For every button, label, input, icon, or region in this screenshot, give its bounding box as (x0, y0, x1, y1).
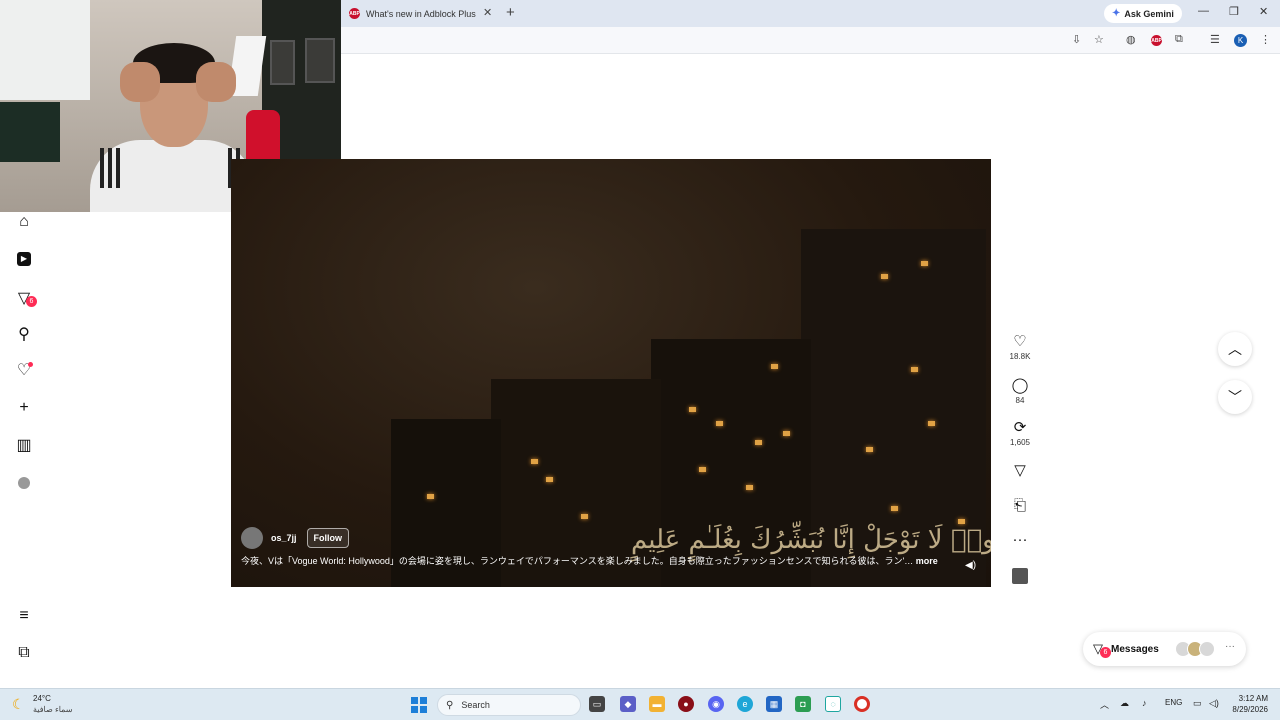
video-caption: 今夜、Vは「Vogue World: Hollywood」の会場に姿を現し、ラン… (241, 554, 941, 567)
network-cloud-icon[interactable]: ☁ (1120, 698, 1129, 709)
clock-time[interactable]: 3:12 AM (1228, 694, 1268, 703)
wifi-icon[interactable]: ▭ (1193, 698, 1202, 709)
studio-icon[interactable]: ▥ (14, 435, 34, 455)
next-video-button[interactable]: ﹀ (1218, 380, 1252, 414)
minimize-icon[interactable]: — (1198, 5, 1209, 17)
previous-video-button[interactable]: ︿ (1218, 332, 1252, 366)
browser-tabbar: ABP What's new in Adblock Plus ✕ + ✦ Ask… (341, 0, 1280, 27)
more-apps-icon[interactable]: ⧉ (14, 643, 34, 663)
sound-thumbnail[interactable] (1012, 568, 1028, 584)
gemini-icon: ✦ (1112, 8, 1121, 19)
screen: ABP What's new in Adblock Plus ✕ + ✦ Ask… (0, 0, 1280, 720)
following-icon[interactable]: ▶ (14, 249, 34, 269)
video-player[interactable]: قَالُوا۟ لَا تَوْجَلْ إِنَّا نُبَشِّرُكَ… (231, 159, 991, 587)
tab-close-icon[interactable]: ✕ (483, 6, 492, 19)
microphone-icon[interactable]: ♪ (1142, 698, 1147, 708)
heart-icon: ♡ (1013, 333, 1027, 350)
comment-button[interactable]: ◯ 84 (1004, 377, 1036, 405)
browser-toolbar: ⇩ ☆ ◍ ABP ⧉ ☰ K ⋮ (341, 27, 1280, 54)
browser-tab[interactable]: ABP What's new in Adblock Plus ✕ (341, 0, 499, 27)
share-icon: ▽ (1014, 462, 1026, 479)
language-indicator[interactable]: ENG (1165, 698, 1182, 707)
extensions-puzzle-icon[interactable]: ⧉ (1175, 33, 1183, 46)
app-icon[interactable]: ◌ (825, 696, 841, 712)
profile-icon[interactable] (14, 473, 34, 493)
caption-more-link[interactable]: more (916, 556, 938, 566)
left-sidebar: ⌂ ▶ ▽ 6 ⚲ ♡ + ▥ ≡ ⧉ (0, 212, 48, 688)
author-avatar[interactable] (241, 527, 263, 549)
show-hidden-icons[interactable]: ︿ (1100, 698, 1109, 711)
search-icon[interactable]: ⚲ (14, 324, 34, 344)
bookmark-icon: ⎗ (1013, 497, 1026, 514)
close-window-icon[interactable]: ✕ (1259, 5, 1268, 18)
like-count: 18.8K (1009, 352, 1031, 361)
chrome-icon[interactable] (854, 696, 870, 712)
repost-count: 1,605 (1009, 438, 1031, 447)
bookmark-button[interactable]: ⎗ (1004, 497, 1036, 515)
start-button[interactable] (411, 697, 427, 713)
adblock-plus-icon: ABP (349, 8, 360, 19)
repost-button[interactable]: ⟳ 1,605 (1004, 419, 1036, 447)
edge-icon[interactable]: e (737, 696, 753, 712)
extension-globe-icon[interactable]: ◍ (1126, 33, 1136, 46)
upload-icon[interactable]: + (14, 398, 34, 418)
share-button[interactable]: ▽ (1004, 462, 1036, 480)
author-username[interactable]: os_7jj (271, 533, 297, 543)
search-placeholder: Search (461, 700, 490, 710)
follow-button[interactable]: Follow (306, 528, 350, 548)
weather-temp[interactable]: 24°C (33, 694, 51, 703)
chevron-up-icon: ︿ (1228, 341, 1242, 357)
home-icon[interactable]: ⌂ (14, 212, 34, 232)
ellipsis-icon: ··· (1225, 641, 1235, 652)
ask-gemini-label: Ask Gemini (1124, 8, 1174, 19)
repost-icon: ⟳ (1013, 419, 1027, 436)
taskbar-search[interactable]: ⚲ Search (437, 694, 581, 716)
chevron-down-icon: ﹀ (1228, 389, 1242, 405)
video-author: os_7jj Follow (241, 527, 350, 549)
ask-gemini-button[interactable]: ✦ Ask Gemini (1104, 4, 1182, 23)
messages-label: Messages (1111, 643, 1159, 655)
volume-icon[interactable]: ◀) (965, 560, 976, 571)
store-icon[interactable]: ▦ (766, 696, 782, 712)
avatar (1199, 641, 1215, 657)
moon-icon[interactable]: ☾ (12, 696, 25, 713)
android-app-icon[interactable]: ◘ (795, 696, 811, 712)
inbox-badge: 6 (26, 296, 37, 307)
clock-date[interactable]: 8/29/2026 (1222, 705, 1268, 714)
bookmark-star-icon[interactable]: ☆ (1094, 33, 1104, 46)
install-app-icon[interactable]: ⇩ (1072, 33, 1081, 46)
discord-icon[interactable]: ◉ (708, 696, 724, 712)
caption-text: 今夜、Vは「Vogue World: Hollywood」の会場に姿を現し、ラン… (241, 556, 914, 566)
windows-taskbar: ☾ 24°C سماء صافية ⚲ Search ▭ ◆ ▬ ● ◉ e ▦… (0, 688, 1280, 720)
restore-icon[interactable]: ❐ (1229, 5, 1239, 18)
menu-icon[interactable]: ≡ (14, 606, 34, 626)
reading-list-icon[interactable]: ☰ (1210, 33, 1220, 46)
comment-count: 84 (1015, 396, 1025, 405)
messages-badge: 6 (1100, 647, 1111, 658)
volume-icon[interactable]: ◁) (1209, 698, 1219, 709)
tab-title: What's new in Adblock Plus (366, 8, 476, 19)
like-button[interactable]: ♡ 18.8K (1004, 333, 1036, 361)
inbox-icon[interactable]: ▽ 6 (14, 288, 37, 308)
app-icon[interactable]: ● (678, 696, 694, 712)
profile-avatar[interactable]: K (1234, 34, 1247, 47)
copilot-icon[interactable]: ◆ (620, 696, 636, 712)
ellipsis-icon: ··· (1012, 531, 1028, 548)
activity-dot (28, 362, 33, 367)
weather-description[interactable]: سماء صافية (33, 705, 73, 714)
adblock-extension-icon[interactable]: ABP (1151, 35, 1162, 46)
browser-menu-icon[interactable]: ⋮ (1260, 33, 1271, 46)
task-view-icon[interactable]: ▭ (589, 696, 605, 712)
messages-button[interactable]: ▽ 6 Messages ··· (1083, 632, 1246, 666)
more-options-button[interactable]: ··· (1004, 531, 1036, 549)
messages-icon: ▽ 6 (1093, 641, 1111, 658)
message-avatars (1175, 641, 1215, 657)
comment-icon: ◯ (1011, 377, 1029, 394)
video-overlay-text: قَالُوا۟ لَا تَوْجَلْ إِنَّا نُبَشِّرُكَ… (631, 525, 991, 555)
activity-icon[interactable]: ♡ (14, 360, 34, 380)
search-icon: ⚲ (446, 699, 454, 711)
new-tab-icon[interactable]: + (506, 4, 515, 21)
file-explorer-icon[interactable]: ▬ (649, 696, 665, 712)
